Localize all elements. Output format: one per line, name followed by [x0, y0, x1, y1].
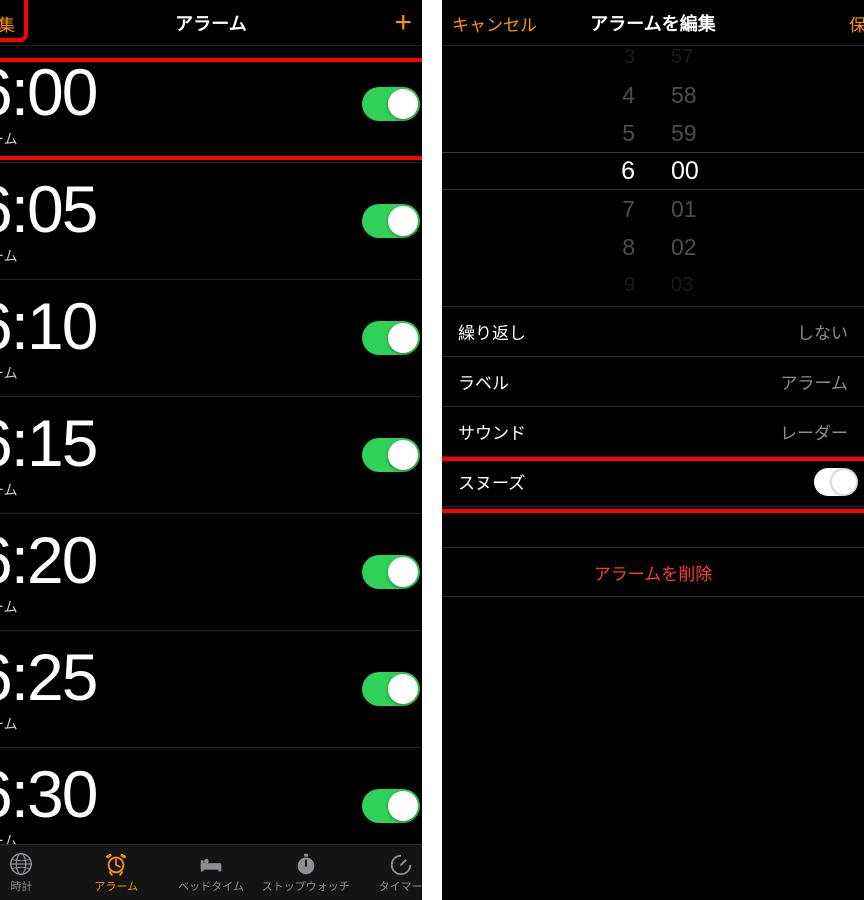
alarm-time: 6:15	[0, 410, 96, 476]
tab-label: ストップウォッチ	[262, 878, 350, 894]
alarm-time: 6:30	[0, 761, 96, 827]
plus-icon: +	[394, 13, 412, 33]
alarm-label: ラーム	[0, 246, 96, 266]
alarm-label: ラーム	[0, 480, 96, 500]
globe-icon	[7, 851, 35, 877]
alarm-label: ラーム	[0, 597, 96, 617]
cancel-button[interactable]: キャンセル	[442, 0, 547, 46]
tab-timer[interactable]: タイマー	[356, 851, 422, 894]
tab-label: ベッドタイム	[178, 878, 244, 894]
picker-value: 02	[671, 228, 697, 266]
alarm-toggle[interactable]	[362, 438, 420, 472]
timer-icon	[387, 851, 415, 877]
picker-value: 6	[621, 152, 635, 190]
option-label: スヌーズ	[458, 469, 525, 494]
toggle-knob	[388, 440, 418, 470]
tab-bar: 時計 アラーム ベッドタイム ストップウォッチ タイマー	[0, 844, 422, 900]
navbar: キャンセル アラームを編集 保	[442, 0, 864, 46]
alarm-label: ラーム	[0, 714, 96, 734]
toggle-knob	[388, 206, 418, 236]
alarm-time: 6:25	[0, 644, 96, 710]
tab-label: タイマー	[379, 878, 422, 894]
picker-value: 58	[671, 76, 697, 114]
label-row[interactable]: ラベル アラーム	[442, 357, 864, 407]
picker-value: 7	[622, 190, 635, 228]
tab-label: 時計	[10, 878, 32, 894]
repeat-row[interactable]: 繰り返し しない	[442, 307, 864, 357]
navbar: 集 アラーム +	[0, 0, 422, 46]
toggle-knob	[388, 791, 418, 821]
picker-value: 03	[671, 266, 693, 296]
picker-value: 01	[671, 190, 697, 228]
tab-bedtime[interactable]: ベッドタイム	[166, 851, 256, 894]
alarm-toggle[interactable]	[362, 672, 420, 706]
alarm-time: 6:20	[0, 527, 96, 593]
tab-stopwatch[interactable]: ストップウォッチ	[261, 851, 351, 894]
toggle-knob	[388, 89, 418, 119]
page-title: アラームを編集	[590, 10, 715, 36]
bed-icon	[197, 851, 225, 877]
tab-clock[interactable]: 時計	[0, 851, 66, 894]
snooze-row[interactable]: スヌーズ	[442, 457, 864, 507]
alarm-options: 繰り返し しない ラベル アラーム サウンド レーダー スヌーズ	[442, 306, 864, 507]
picker-value: 8	[622, 228, 635, 266]
alarm-toggle[interactable]	[362, 321, 420, 355]
alarm-toggle[interactable]	[362, 87, 420, 121]
edit-button[interactable]: 集	[0, 0, 25, 46]
time-picker[interactable]: 3456789 57585900010203	[442, 46, 864, 296]
toggle-knob	[831, 469, 857, 495]
alarm-row[interactable]: 6:15 ラーム	[0, 397, 422, 514]
alarm-icon	[102, 851, 130, 877]
edit-alarm-screen: キャンセル アラームを編集 保 3456789 57585900010203 繰…	[442, 0, 864, 900]
alarm-time: 6:05	[0, 176, 96, 242]
page-title: アラーム	[175, 10, 246, 36]
alarm-row[interactable]: 6:00 ラーム	[0, 46, 422, 163]
snooze-toggle[interactable]	[814, 468, 858, 496]
alarm-row[interactable]: 6:20 ラーム	[0, 514, 422, 631]
alarm-row[interactable]: 6:25 ラーム	[0, 631, 422, 748]
picker-value: 57	[671, 46, 693, 76]
option-label: ラベル	[458, 369, 509, 394]
alarm-row[interactable]: 6:10 ラーム	[0, 280, 422, 397]
picker-value: 9	[624, 266, 635, 296]
picker-value: 59	[671, 114, 697, 152]
sound-row[interactable]: サウンド レーダー	[442, 407, 864, 457]
alarm-time: 6:10	[0, 293, 96, 359]
stopwatch-icon	[292, 851, 320, 877]
alarm-toggle[interactable]	[362, 789, 420, 823]
alarm-label: ラーム	[0, 129, 96, 149]
delete-alarm-button[interactable]: アラームを削除	[442, 547, 864, 597]
toggle-knob	[388, 323, 418, 353]
option-label: サウンド	[458, 419, 526, 444]
toggle-knob	[388, 674, 418, 704]
picker-value: 00	[671, 152, 699, 190]
picker-value: 3	[624, 46, 635, 76]
alarm-time: 6:00	[0, 59, 96, 125]
save-button[interactable]: 保	[839, 0, 864, 46]
alarm-row[interactable]: 6:05 ラーム	[0, 163, 422, 280]
alarm-toggle[interactable]	[362, 555, 420, 589]
picker-value: 4	[622, 76, 635, 114]
option-value: レーダー	[780, 419, 848, 444]
alarm-label: ラーム	[0, 363, 96, 383]
option-value: アラーム	[781, 369, 849, 394]
alarm-toggle[interactable]	[362, 204, 420, 238]
add-alarm-button[interactable]: +	[384, 0, 422, 46]
alarm-list-screen: 集 アラーム + 6:00ラーム6:05ラーム6:10ラーム6:15ラーム6:2…	[0, 0, 422, 900]
tab-alarm[interactable]: アラーム	[71, 851, 161, 894]
option-value: しない	[797, 319, 848, 344]
tab-label: アラーム	[94, 878, 138, 894]
picker-value: 5	[622, 114, 635, 152]
option-label: 繰り返し	[458, 319, 526, 344]
toggle-knob	[388, 557, 418, 587]
